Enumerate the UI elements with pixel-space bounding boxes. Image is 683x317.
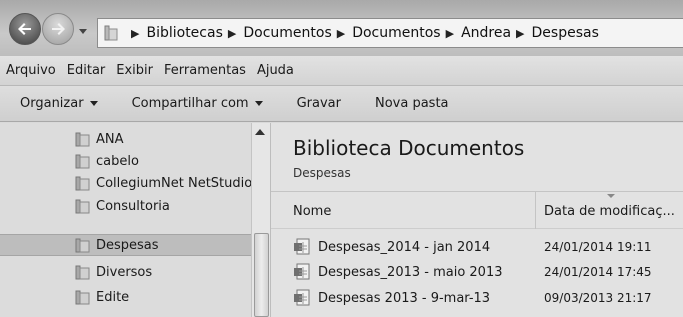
column-divider[interactable] xyxy=(535,192,536,229)
nav-item-label: Diversos xyxy=(96,264,153,280)
chevron-down-icon xyxy=(254,101,263,106)
forward-button[interactable] xyxy=(42,13,74,45)
folder-library-icon xyxy=(75,238,90,252)
breadcrumb[interactable]: ▶ Bibliotecas ▶ Documentos ▶ Documentos … xyxy=(97,18,683,48)
file-row[interactable]: Despesas_2014 - jan 2014 24/01/2014 19:1… xyxy=(271,236,683,260)
folder-library-icon xyxy=(75,132,90,146)
file-name: Despesas 2013 - 9-mar-13 xyxy=(318,291,491,306)
nav-pane-scrollbar[interactable] xyxy=(251,123,271,317)
chevron-right-icon[interactable]: ▶ xyxy=(446,27,454,40)
spreadsheet-file-icon xyxy=(294,238,310,255)
file-row[interactable]: Despesas_2013 - maio 2013 24/01/2014 17:… xyxy=(271,261,683,285)
navigation-pane: ANA cabelo CollegiumNet NetStudio Consul… xyxy=(0,123,251,317)
address-bar: ▶ Bibliotecas ▶ Documentos ▶ Documentos … xyxy=(0,0,683,56)
folder-library-icon xyxy=(75,176,90,190)
chevron-down-icon xyxy=(89,101,98,106)
recent-pages-dropdown[interactable] xyxy=(78,26,88,36)
chevron-right-icon[interactable]: ▶ xyxy=(516,27,524,40)
nav-item-despesas[interactable]: Despesas xyxy=(0,234,251,256)
breadcrumb-item[interactable]: Documentos xyxy=(352,25,440,41)
file-date: 24/01/2014 19:11 xyxy=(544,240,652,254)
share-with-button[interactable]: Compartilhar com xyxy=(132,96,263,111)
burn-button[interactable]: Gravar xyxy=(297,96,341,111)
nav-item-label: Consultoria xyxy=(96,198,170,214)
file-date: 24/01/2014 17:45 xyxy=(544,265,652,279)
folder-library-icon xyxy=(75,154,90,168)
nav-item-label: CollegiumNet NetStudio xyxy=(96,175,251,191)
menu-arquivo[interactable]: Arquivo xyxy=(6,63,56,78)
nav-item-label: ANA xyxy=(96,131,124,147)
new-folder-label: Nova pasta xyxy=(374,96,449,111)
file-row[interactable]: Despesas 2013 - 9-mar-13 09/03/2013 21:1… xyxy=(271,287,683,311)
new-folder-button[interactable]: Nova pasta xyxy=(375,96,449,111)
nav-item-collegiumnet[interactable]: CollegiumNet NetStudio xyxy=(0,172,251,194)
spreadsheet-file-icon xyxy=(294,263,310,280)
column-header-name[interactable]: Nome xyxy=(293,204,331,219)
menu-ajuda[interactable]: Ajuda xyxy=(257,63,294,78)
burn-label: Gravar xyxy=(296,96,341,111)
library-subtitle: Despesas xyxy=(293,166,351,180)
menu-editar[interactable]: Editar xyxy=(67,63,106,78)
breadcrumb-item[interactable]: Andrea xyxy=(461,25,511,41)
back-button[interactable] xyxy=(9,13,41,45)
scrollbar-thumb[interactable] xyxy=(254,233,269,317)
nav-item-diversos[interactable]: Diversos xyxy=(0,261,251,283)
spreadsheet-file-icon xyxy=(294,289,310,306)
folder-library-icon xyxy=(75,199,90,213)
column-header-date[interactable]: Data de modificaç... xyxy=(544,204,675,219)
folder-library-icon xyxy=(75,290,90,304)
nav-item-label: cabelo xyxy=(96,153,139,169)
nav-item-edite[interactable]: Edite xyxy=(0,286,251,308)
breadcrumb-item[interactable]: Bibliotecas xyxy=(146,25,222,41)
breadcrumb-item[interactable]: Documentos xyxy=(243,25,331,41)
organize-label: Organizar xyxy=(20,96,84,111)
scroll-up-arrow-icon[interactable] xyxy=(255,129,265,135)
chevron-right-icon[interactable]: ▶ xyxy=(337,27,345,40)
nav-item-label: Despesas xyxy=(96,237,159,253)
file-name: Despesas_2013 - maio 2013 xyxy=(318,265,503,280)
folder-library-icon xyxy=(104,25,118,41)
chevron-right-icon[interactable]: ▶ xyxy=(228,27,236,40)
chevron-right-icon[interactable]: ▶ xyxy=(131,27,139,40)
library-title: Biblioteca Documentos xyxy=(293,136,525,160)
command-toolbar: Organizar Compartilhar com Gravar Nova p… xyxy=(0,86,683,122)
back-arrow-icon xyxy=(18,23,31,35)
file-name: Despesas_2014 - jan 2014 xyxy=(318,240,491,255)
nav-item-label: Edite xyxy=(96,289,130,305)
nav-item-ana[interactable]: ANA xyxy=(0,128,251,150)
menu-ferramentas[interactable]: Ferramentas xyxy=(164,63,246,78)
breadcrumb-item[interactable]: Despesas xyxy=(532,25,599,41)
file-date: 09/03/2013 21:17 xyxy=(544,291,652,305)
column-headers: Nome Data de modificaç... xyxy=(271,191,683,229)
nav-item-cabelo[interactable]: cabelo xyxy=(0,150,251,172)
share-with-label: Compartilhar com xyxy=(131,96,249,111)
folder-library-icon xyxy=(75,265,90,279)
content-pane: Biblioteca Documentos Despesas Nome Data… xyxy=(271,123,683,317)
menu-bar: Arquivo Editar Exibir Ferramentas Ajuda xyxy=(0,56,683,86)
nav-item-consultoria[interactable]: Consultoria xyxy=(0,195,251,217)
sort-arrow-icon xyxy=(607,194,615,198)
forward-arrow-icon xyxy=(52,23,65,35)
organize-button[interactable]: Organizar xyxy=(20,96,98,111)
menu-exibir[interactable]: Exibir xyxy=(116,63,153,78)
